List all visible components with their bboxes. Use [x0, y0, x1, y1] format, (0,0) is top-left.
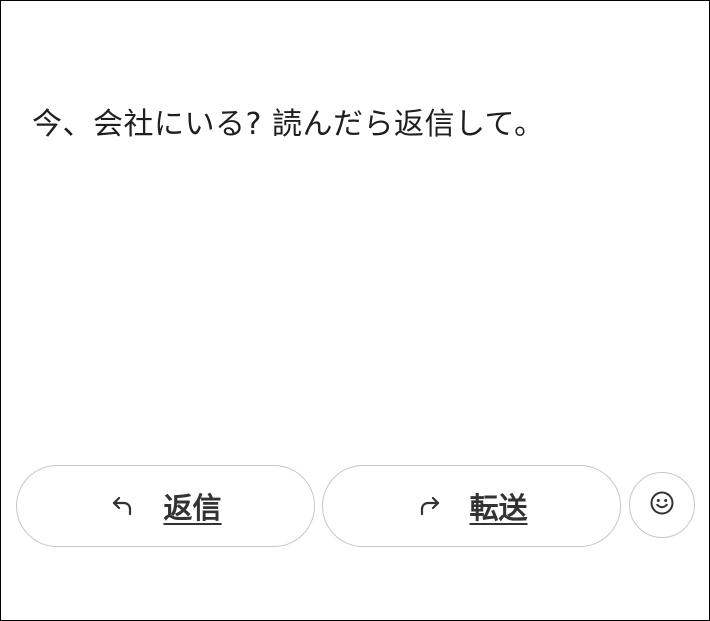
message-view: 今、会社にいる? 読んだら返信して。 返信 転送 [0, 0, 710, 621]
reply-button[interactable]: 返信 [16, 465, 315, 547]
forward-arrow-icon [415, 492, 443, 520]
emoji-reaction-button[interactable] [629, 472, 695, 538]
smiley-icon [649, 490, 675, 520]
forward-label: 転送 [469, 491, 528, 525]
reply-arrow-icon [109, 492, 137, 520]
message-text: 今、会社にいる? 読んだら返信して。 [32, 107, 545, 142]
reply-label: 返信 [163, 491, 222, 525]
message-actions: 返信 転送 [16, 465, 696, 549]
forward-button[interactable]: 転送 [322, 465, 621, 547]
